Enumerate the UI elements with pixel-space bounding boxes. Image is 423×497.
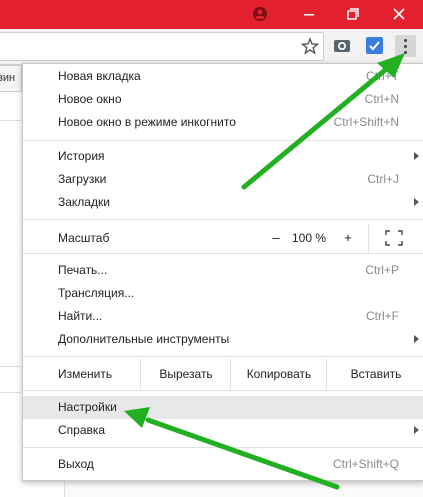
- menu-item-label: Дополнительные инструменты: [58, 332, 230, 346]
- extension-icon[interactable]: [333, 38, 351, 54]
- star-icon[interactable]: [301, 37, 319, 55]
- zoom-label: Масштаб: [58, 231, 110, 245]
- menu-item-label: Трансляция...: [58, 286, 135, 300]
- menu-item-shortcut: Ctrl+J: [367, 172, 399, 186]
- page-divider: [0, 392, 21, 393]
- edit-label: Изменить: [58, 367, 113, 381]
- menu-item-new-window[interactable]: Новое окно Ctrl+N: [23, 88, 423, 111]
- extension-icon[interactable]: [366, 37, 383, 54]
- window-titlebar: [0, 0, 423, 29]
- menu-item-label: Закладки: [58, 195, 110, 209]
- submenu-arrow-icon: [414, 152, 419, 160]
- menu-item-label: Печать...: [58, 263, 108, 277]
- address-bar[interactable]: [0, 32, 324, 61]
- menu-item-shortcut: Ctrl+F: [366, 309, 399, 323]
- menu-item-shortcut: Ctrl+N: [364, 92, 399, 106]
- menu-separator: [23, 447, 423, 448]
- profile-icon[interactable]: [252, 6, 268, 22]
- menu-item-bookmarks[interactable]: Закладки: [23, 191, 423, 214]
- menu-item-downloads[interactable]: Загрузки Ctrl+J: [23, 168, 423, 191]
- menu-item-label: Новое окно: [58, 92, 122, 106]
- menu-item-shortcut: Ctrl+Shift+N: [333, 115, 399, 129]
- menu-item-print[interactable]: Печать... Ctrl+P: [23, 259, 423, 282]
- menu-item-shortcut: Ctrl+Shift+Q: [332, 457, 399, 471]
- menu-item-label: История: [58, 149, 105, 163]
- page-tab-fragment: вин: [0, 65, 22, 92]
- menu-item-history[interactable]: История: [23, 145, 423, 168]
- submenu-arrow-icon: [414, 198, 419, 206]
- menu-separator: [23, 140, 423, 141]
- menu-item-label: Выход: [58, 457, 94, 471]
- menu-item-more-tools[interactable]: Дополнительные инструменты: [23, 328, 423, 351]
- zoom-out-button[interactable]: –: [266, 227, 286, 249]
- menu-item-find[interactable]: Найти... Ctrl+F: [23, 305, 423, 328]
- browser-toolbar: [0, 29, 423, 65]
- submenu-arrow-icon: [414, 335, 419, 343]
- menu-item-help[interactable]: Справка: [23, 419, 423, 442]
- zoom-value: 100 %: [291, 231, 327, 245]
- menu-edit-row: Изменить Вырезать Копировать Вставить: [23, 359, 423, 389]
- menu-item-shortcut: Ctrl+P: [365, 263, 399, 277]
- menu-item-cast[interactable]: Трансляция...: [23, 282, 423, 305]
- zoom-divider: [368, 224, 369, 252]
- cut-button[interactable]: Вырезать: [140, 359, 231, 389]
- fullscreen-icon[interactable]: [385, 230, 403, 246]
- menu-zoom-row: Масштаб – 100 % +: [23, 224, 423, 252]
- menu-item-shortcut: Ctrl+T: [366, 69, 399, 83]
- page-divider: [0, 366, 21, 367]
- menu-separator: [23, 253, 423, 254]
- menu-dots-icon[interactable]: [395, 35, 416, 57]
- paste-button[interactable]: Вставить: [326, 359, 423, 389]
- menu-item-new-tab[interactable]: Новая вкладка Ctrl+T: [23, 65, 423, 88]
- zoom-in-button[interactable]: +: [338, 227, 358, 249]
- copy-button[interactable]: Копировать: [230, 359, 327, 389]
- menu-item-label: Загрузки: [58, 172, 107, 186]
- minimize-icon[interactable]: [301, 6, 317, 22]
- menu-item-label: Справка: [58, 423, 106, 437]
- menu-item-incognito[interactable]: Новое окно в режиме инкогнито Ctrl+Shift…: [23, 111, 423, 134]
- menu-separator: [23, 219, 423, 220]
- chrome-main-menu: Новая вкладка Ctrl+T Новое окно Ctrl+N Н…: [22, 63, 423, 481]
- maximize-icon[interactable]: [345, 6, 361, 22]
- menu-item-label: Новое окно в режиме инкогнито: [58, 115, 236, 129]
- menu-item-label: Новая вкладка: [58, 69, 141, 83]
- page-divider: [0, 120, 21, 121]
- close-icon[interactable]: [391, 6, 407, 22]
- menu-separator: [23, 390, 423, 391]
- menu-item-settings[interactable]: Настройки: [23, 396, 423, 419]
- menu-item-exit[interactable]: Выход Ctrl+Shift+Q: [23, 453, 423, 476]
- submenu-arrow-icon: [414, 426, 419, 434]
- menu-separator: [23, 356, 423, 357]
- menu-item-label: Найти...: [58, 309, 103, 323]
- menu-item-label: Настройки: [58, 400, 117, 414]
